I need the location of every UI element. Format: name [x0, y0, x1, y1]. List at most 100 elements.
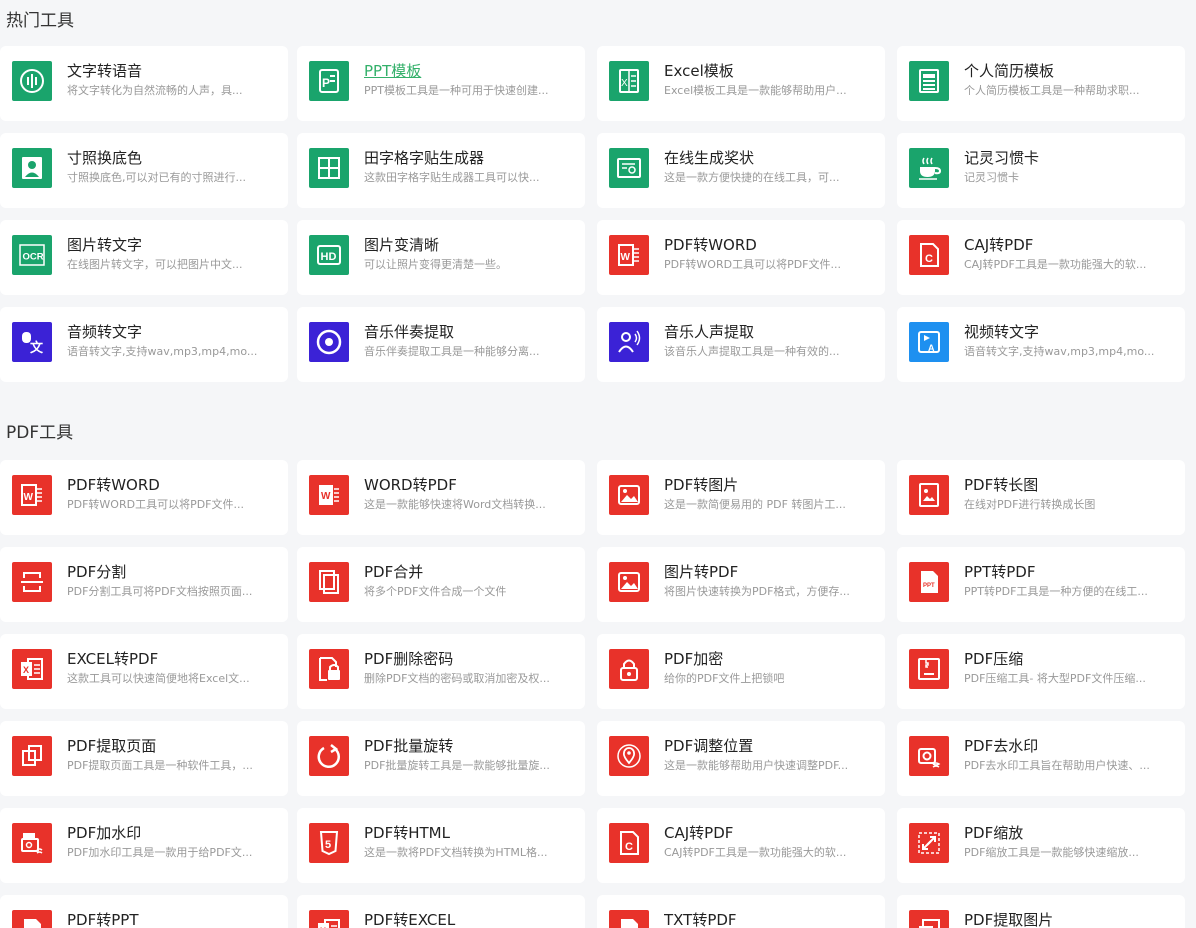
- tool-card[interactable]: A 视频转文字 语音转文字,支持wav,mp3,mp4,mo...: [897, 307, 1185, 382]
- tool-card[interactable]: 个人简历模板个人简历模板工具是一种帮助求职...: [897, 46, 1185, 121]
- tool-text: PDF压缩 PDF压缩工具- 将大型PDF文件压缩...: [964, 649, 1169, 687]
- tool-card[interactable]: TXT转PDF: [597, 895, 885, 928]
- tool-card[interactable]: 寸照换底色 寸照换底色,可以对已有的寸照进行...: [0, 133, 288, 208]
- tool-description: 这款田字格字贴生成器工具可以快...: [364, 171, 540, 184]
- tool-description: 个人简历模板工具是一种帮助求职...: [964, 84, 1140, 97]
- tool-card[interactable]: C CAJ转PDF CAJ转PDF工具是一款功能强大的软...: [897, 220, 1185, 295]
- extract-page-icon: [12, 736, 52, 776]
- tool-description: 给你的PDF文件上把锁吧: [664, 672, 785, 685]
- tool-text: 音乐人声提取 该音乐人声提取工具是一种有效的...: [664, 322, 869, 360]
- tool-title: PDF加水印: [67, 824, 142, 842]
- tool-title: PDF压缩: [964, 650, 1024, 668]
- tool-card[interactable]: 5 PDF转HTML 这是一款将PDF文档转换为HTML格...: [297, 808, 585, 883]
- tool-card[interactable]: PDF调整位置 这是一款能够帮助用户快速调整PDF...: [597, 721, 885, 796]
- tool-title: 图片转PDF: [664, 563, 739, 581]
- tool-description: 这是一款将PDF文档转换为HTML格...: [364, 846, 548, 859]
- tool-card[interactable]: 文字转语音 将文字转化为自然流畅的人声，具...: [0, 46, 288, 121]
- remove-watermark-icon: [909, 736, 949, 776]
- tool-title: CAJ转PDF: [664, 824, 734, 842]
- tool-text: 视频转文字 语音转文字,支持wav,mp3,mp4,mo...: [964, 322, 1169, 360]
- tool-card[interactable]: 图片转PDF 将图片快速转换为PDF格式，方便存...: [597, 547, 885, 622]
- tool-card[interactable]: X PDF转EXCEL: [297, 895, 585, 928]
- tool-card[interactable]: PDF缩放 PDF缩放工具是一款能够快速缩放...: [897, 808, 1185, 883]
- tool-card[interactable]: C CAJ转PDF CAJ转PDF工具是一款功能强大的软...: [597, 808, 885, 883]
- tool-title: CAJ转PDF: [964, 236, 1034, 254]
- tool-card[interactable]: HD 图片变清晰 可以让照片变得更清楚一些。: [297, 220, 585, 295]
- tool-description: PDF转WORD工具可以将PDF文件...: [664, 258, 841, 271]
- tool-text: 在线生成奖状 这是一款方便快捷的在线工具，可...: [664, 148, 869, 186]
- zoom-icon: [909, 823, 949, 863]
- tool-card[interactable]: PDF合并 将多个PDF文件合成一个文件: [297, 547, 585, 622]
- tool-card[interactable]: W WORD转PDF 这是一款能够快速将Word文档转换...: [297, 460, 585, 535]
- tool-card[interactable]: PDF批量旋转 PDF批量旋转工具是一款能够批量旋...: [297, 721, 585, 796]
- tool-card[interactable]: PDF删除密码 删除PDF文档的密码或取消加密及权...: [297, 634, 585, 709]
- svg-text:P: P: [322, 76, 330, 90]
- tool-text: PPT转PDF PPT转PDF工具是一种方便的在线工...: [964, 562, 1169, 600]
- tool-card[interactable]: PDF提取页面 PDF提取页面工具是一种软件工具，...: [0, 721, 288, 796]
- tool-title: 音乐伴奏提取: [364, 323, 455, 341]
- tool-text: 记灵习惯卡 记灵习惯卡: [964, 148, 1169, 186]
- tool-card[interactable]: 在线生成奖状 这是一款方便快捷的在线工具，可...: [597, 133, 885, 208]
- tool-card[interactable]: 记灵习惯卡 记灵习惯卡: [897, 133, 1185, 208]
- tool-description: Excel模板工具是一款能够帮助用户...: [664, 84, 847, 97]
- tool-card[interactable]: PDF加密 给你的PDF文件上把锁吧: [597, 634, 885, 709]
- tool-card[interactable]: PPT PPT转PDF PPT转PDF工具是一种方便的在线工...: [897, 547, 1185, 622]
- tool-card[interactable]: X EXCEL转PDF 这款工具可以快速简便地将Excel文...: [0, 634, 288, 709]
- merge-icon: [309, 562, 349, 602]
- voice-icon: [12, 61, 52, 101]
- tool-title: 个人简历模板: [964, 62, 1055, 80]
- tool-text: 音频转文字 语音转文字,支持wav,mp3,mp4,mo...: [67, 322, 272, 360]
- tool-description: 这是一款能够帮助用户快速调整PDF...: [664, 759, 849, 772]
- tool-card[interactable]: 田字格字贴生成器 这款田字格字贴生成器工具可以快...: [297, 133, 585, 208]
- tool-text: PDF转WORD PDF转WORD工具可以将PDF文件...: [664, 235, 869, 273]
- svg-text:HD: HD: [321, 251, 337, 263]
- tool-title: PDF分割: [67, 563, 127, 581]
- tool-text: PDF分割 PDF分割工具可将PDF文档按照页面...: [67, 562, 272, 600]
- tool-description: PDF加水印工具是一款用于给PDF文...: [67, 846, 253, 859]
- section-title-pdf: PDF工具: [6, 423, 74, 443]
- tool-text: PDF提取图片: [964, 910, 1169, 928]
- tool-description: 这是一款方便快捷的在线工具，可...: [664, 171, 840, 184]
- tool-card[interactable]: PDF去水印 PDF去水印工具旨在帮助用户快速、...: [897, 721, 1185, 796]
- tool-text: CAJ转PDF CAJ转PDF工具是一款功能强大的软...: [664, 823, 869, 861]
- tool-title: Excel模板: [664, 62, 734, 80]
- tool-text: PDF调整位置 这是一款能够帮助用户快速调整PDF...: [664, 736, 869, 774]
- tool-card[interactable]: PDF压缩 PDF压缩工具- 将大型PDF文件压缩...: [897, 634, 1185, 709]
- tool-description: PDF批量旋转工具是一款能够批量旋...: [364, 759, 550, 772]
- tool-title: PDF提取图片: [964, 911, 1054, 928]
- tool-text: 个人简历模板个人简历模板工具是一种帮助求职...: [964, 61, 1169, 99]
- tool-description: 将图片快速转换为PDF格式，方便存...: [664, 585, 850, 598]
- tool-description: 这是一款能够快速将Word文档转换...: [364, 498, 546, 511]
- tool-card[interactable]: W PDF转WORD PDF转WORD工具可以将PDF文件...: [597, 220, 885, 295]
- tool-text: 音乐伴奏提取 音乐伴奏提取工具是一种能够分离...: [364, 322, 569, 360]
- tool-description: 记灵习惯卡: [964, 171, 1019, 184]
- tool-title: PDF缩放: [964, 824, 1024, 842]
- tool-description: 这是一款简便易用的 PDF 转图片工...: [664, 498, 846, 511]
- tool-card[interactable]: PDF转长图 在线对PDF进行转换成长图: [897, 460, 1185, 535]
- tool-card[interactable]: PPT PDF转PPT: [0, 895, 288, 928]
- tool-text: EXCEL转PDF 这款工具可以快速简便地将Excel文...: [67, 649, 272, 687]
- tool-card[interactable]: X Excel模板 Excel模板工具是一款能够帮助用户...: [597, 46, 885, 121]
- tool-title: PDF转图片: [664, 476, 739, 494]
- tool-title: PDF合并: [364, 563, 424, 581]
- tool-description: 语音转文字,支持wav,mp3,mp4,mo...: [67, 345, 258, 358]
- tool-card[interactable]: P PPT模板 PPT模板工具是一种可用于快速创建...: [297, 46, 585, 121]
- tool-title[interactable]: PPT模板: [364, 61, 569, 81]
- tool-card[interactable]: PDF加水印 PDF加水印工具是一款用于给PDF文...: [0, 808, 288, 883]
- tool-card[interactable]: PDF转图片这是一款简便易用的 PDF 转图片工...: [597, 460, 885, 535]
- tool-card[interactable]: OCR 图片转文字 在线图片转文字，可以把图片中文...: [0, 220, 288, 295]
- tool-card[interactable]: 音乐伴奏提取 音乐伴奏提取工具是一种能够分离...: [297, 307, 585, 382]
- tool-text: 田字格字贴生成器 这款田字格字贴生成器工具可以快...: [364, 148, 569, 186]
- tool-title: 视频转文字: [964, 323, 1040, 341]
- tool-description: 该音乐人声提取工具是一种有效的...: [664, 345, 840, 358]
- tool-text: CAJ转PDF CAJ转PDF工具是一款功能强大的软...: [964, 235, 1169, 273]
- tool-card[interactable]: W PDF转WORD PDF转WORD工具可以将PDF文件...: [0, 460, 288, 535]
- tool-card[interactable]: PDF分割 PDF分割工具可将PDF文档按照页面...: [0, 547, 288, 622]
- tool-title: PDF转PPT: [67, 911, 139, 928]
- tool-card[interactable]: PDF提取图片: [897, 895, 1185, 928]
- svg-text:W: W: [621, 252, 631, 263]
- tool-card[interactable]: 文 音频转文字 语音转文字,支持wav,mp3,mp4,mo...: [0, 307, 288, 382]
- excel-doc-icon: X: [309, 910, 349, 928]
- tool-card[interactable]: 音乐人声提取 该音乐人声提取工具是一种有效的...: [597, 307, 885, 382]
- ppt-icon: P: [309, 61, 349, 101]
